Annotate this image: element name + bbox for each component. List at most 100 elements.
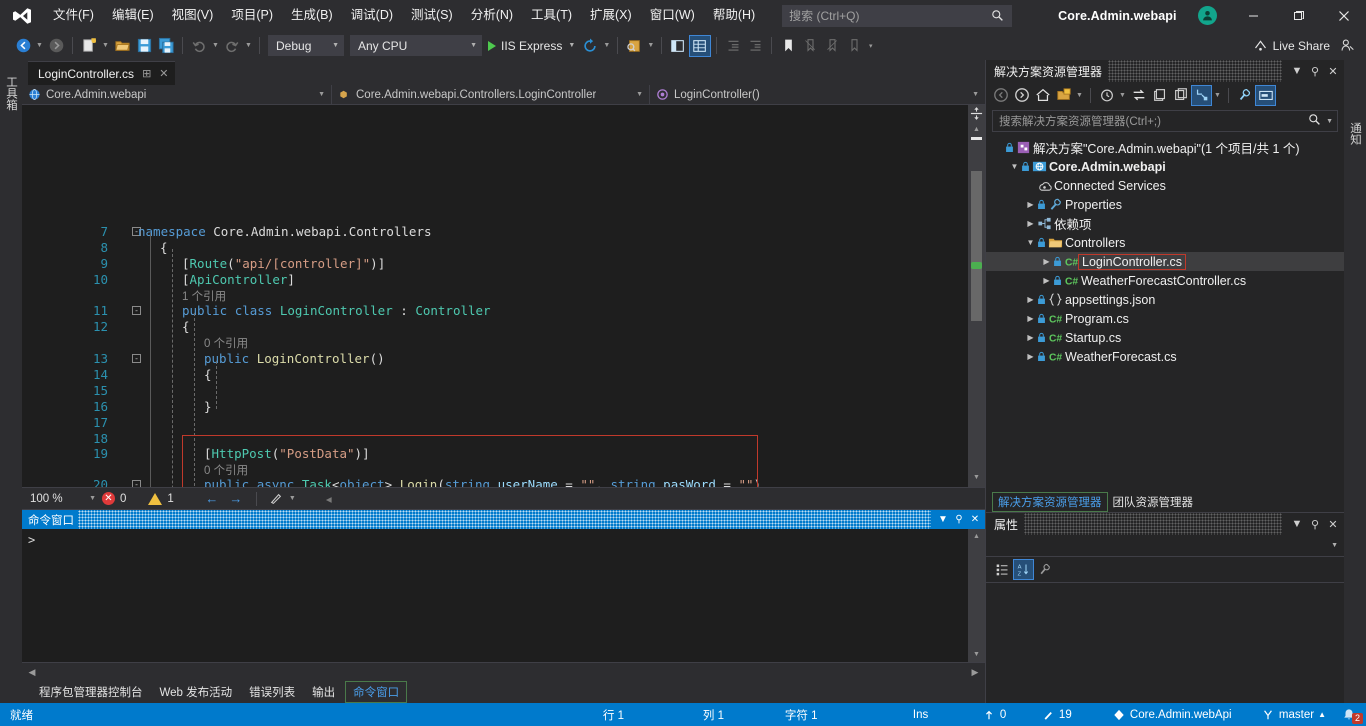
scroll-down-icon[interactable]: ▼ — [968, 647, 985, 662]
properties-icon[interactable] — [1234, 85, 1255, 106]
notifications-button[interactable]: 2 — [1332, 703, 1366, 726]
minimize-button[interactable] — [1231, 0, 1276, 31]
scroll-left-icon[interactable]: ◀ — [22, 663, 42, 682]
collapse-all-icon[interactable] — [1170, 85, 1191, 106]
scroll-up-icon[interactable]: ▲ — [968, 529, 985, 544]
pin-icon[interactable]: ⚲ — [1306, 513, 1324, 535]
pin-icon[interactable]: ⚲ — [1306, 60, 1324, 82]
bookmark-icon[interactable] — [777, 35, 799, 57]
toolbox-vertical-tab[interactable]: 工具箱 — [0, 72, 22, 115]
tree-item-controllers[interactable]: ▼Controllers — [986, 233, 1344, 252]
menu-build[interactable]: 生成(B) — [282, 0, 342, 31]
close-icon[interactable]: ✕ — [967, 510, 983, 529]
live-share-button[interactable]: Live Share — [1247, 35, 1336, 57]
nav-type-dropdown[interactable]: Core.Admin.webapi.Controllers.LoginContr… — [332, 85, 650, 104]
chevron-down-icon[interactable]: ▼ — [1326, 118, 1333, 125]
notifications-vertical-tab[interactable]: 通知 — [1344, 118, 1366, 149]
repository-icon[interactable] — [1113, 709, 1125, 721]
chevron-right-icon[interactable]: ▶ — [1024, 314, 1037, 323]
chevron-down-icon[interactable]: ▼ — [1117, 84, 1128, 106]
menu-file[interactable]: 文件(F) — [44, 0, 103, 31]
nav-member-dropdown[interactable]: LoginController() ▼ — [650, 85, 985, 104]
tree-item-logincontroller.cs[interactable]: ▶C#LoginController.cs — [986, 252, 1344, 271]
menu-analyze[interactable]: 分析(N) — [462, 0, 522, 31]
save-all-icon[interactable] — [155, 35, 177, 57]
solution-configuration-combo[interactable]: Debug ▼ — [268, 35, 344, 56]
command-window-scrollbar[interactable]: ▲ ▼ — [968, 529, 985, 662]
next-error-button[interactable]: → — [224, 490, 248, 508]
maximize-button[interactable] — [1276, 0, 1321, 31]
status-repository-name[interactable]: Core.Admin.webApi — [1130, 709, 1262, 721]
pin-icon[interactable]: ⊞ — [142, 67, 151, 80]
chevron-right-icon[interactable]: ▶ — [1024, 219, 1037, 228]
tab-command-window[interactable]: 命令窗口 — [345, 681, 407, 703]
close-button[interactable] — [1321, 0, 1366, 31]
code-text-area[interactable]: 7891011121314151617181920212223242526 --… — [22, 105, 968, 487]
split-view-handle[interactable] — [968, 105, 985, 122]
chevron-right-icon[interactable]: ▶ — [1024, 295, 1037, 304]
tree-item-appsettings.json[interactable]: ▶appsettings.json — [986, 290, 1344, 309]
feedback-icon[interactable] — [1336, 35, 1358, 57]
drag-dots[interactable] — [1108, 60, 1282, 82]
fold-toggle-icon[interactable]: - — [132, 354, 141, 363]
tab-package-manager-console[interactable]: 程序包管理器控制台 — [32, 682, 150, 702]
solution-explorer-search-input[interactable]: 搜索解决方案资源管理器(Ctrl+;) ▼ — [992, 110, 1338, 132]
hot-reload-icon[interactable] — [579, 35, 601, 57]
refresh-icon[interactable] — [1149, 85, 1170, 106]
chevron-right-icon[interactable]: ▶ — [1024, 200, 1037, 209]
properties-grid[interactable] — [986, 583, 1344, 703]
tree-item-weatherforecastcontroller.cs[interactable]: ▶C#WeatherForecastController.cs — [986, 271, 1344, 290]
tree-item-startup.cs[interactable]: ▶C#Startup.cs — [986, 328, 1344, 347]
save-icon[interactable] — [133, 35, 155, 57]
chevron-right-icon[interactable]: ▶ — [1024, 352, 1037, 361]
preview-selected-items-toggle-icon[interactable] — [1255, 85, 1276, 106]
menu-debug[interactable]: 调试(D) — [342, 0, 402, 31]
dock-tab-solution-explorer[interactable]: 解决方案资源管理器 — [992, 492, 1108, 512]
drag-dots[interactable] — [1024, 513, 1282, 535]
chevron-down-icon[interactable]: ▼ — [1288, 513, 1306, 535]
properties-object-combo[interactable]: ▼ — [986, 535, 1344, 557]
fold-toggle-icon[interactable]: - — [132, 306, 141, 315]
chevron-right-icon[interactable]: ▶ — [1040, 257, 1053, 266]
preview-selected-items-icon[interactable] — [623, 35, 645, 57]
show-all-files-icon[interactable] — [1053, 85, 1074, 106]
chevron-down-icon[interactable]: ▼ — [1008, 162, 1021, 171]
chevron-down-icon[interactable]: ▼ — [1074, 84, 1085, 106]
account-avatar[interactable] — [1193, 2, 1221, 30]
nav-project-dropdown[interactable]: Core.Admin.webapi ▼ — [22, 85, 332, 104]
codelens-reference-count[interactable]: 1 个引用 — [182, 288, 226, 304]
start-debug-button[interactable]: IIS Express ▼ — [485, 35, 579, 57]
menu-view[interactable]: 视图(V) — [163, 0, 223, 31]
scroll-up-icon[interactable]: ▲ — [968, 122, 985, 137]
menu-tools[interactable]: 工具(T) — [522, 0, 581, 31]
menu-help[interactable]: 帮助(H) — [704, 0, 764, 31]
status-branch-name[interactable]: master — [1279, 709, 1314, 721]
menu-extensions[interactable]: 扩展(X) — [581, 0, 641, 31]
property-pages-icon[interactable] — [1034, 559, 1055, 580]
tree-item-core.admin.webapi[interactable]: ▼Core.Admin.webapi — [986, 157, 1344, 176]
intellisense-toggle-icon[interactable] — [265, 488, 287, 510]
branch-icon[interactable] — [1262, 709, 1274, 721]
solution-explorer-icon[interactable] — [667, 35, 689, 57]
chevron-down-icon[interactable]: ▼ — [935, 510, 951, 529]
previous-error-button[interactable]: ← — [200, 490, 224, 508]
chevron-down-icon[interactable]: ▼ — [287, 488, 298, 510]
pin-icon[interactable]: ⚲ — [951, 510, 967, 529]
chevron-up-icon[interactable]: ▲ — [1318, 710, 1326, 719]
editor-vertical-scrollbar[interactable]: ▲ ▼ — [968, 105, 985, 487]
chevron-right-icon[interactable]: ▶ — [1040, 276, 1053, 285]
categorized-view-icon[interactable] — [992, 559, 1013, 580]
alphabetical-sort-icon[interactable]: AZ — [1013, 559, 1034, 580]
view-code-icon[interactable] — [1191, 85, 1212, 106]
tab-output[interactable]: 输出 — [305, 682, 342, 702]
close-icon[interactable]: ✕ — [1324, 60, 1342, 82]
tree-item-properties[interactable]: ▶Properties — [986, 195, 1344, 214]
tab-web-publish-activity[interactable]: Web 发布活动 — [153, 682, 240, 702]
hot-reload-dropdown-icon[interactable]: ▼ — [601, 35, 612, 57]
scroll-right-icon[interactable]: ▶ — [965, 663, 985, 682]
chevron-right-icon[interactable]: ▶ — [1024, 333, 1037, 342]
menu-edit[interactable]: 编辑(E) — [103, 0, 163, 31]
tree-item--core.admin.webapi-1-1-[interactable]: 解决方案"Core.Admin.webapi"(1 个项目/共 1 个) — [986, 138, 1344, 157]
zoom-level-combo[interactable]: 100 % ▼ — [30, 493, 102, 505]
quick-search-input[interactable]: 搜索 (Ctrl+Q) — [782, 5, 1012, 27]
